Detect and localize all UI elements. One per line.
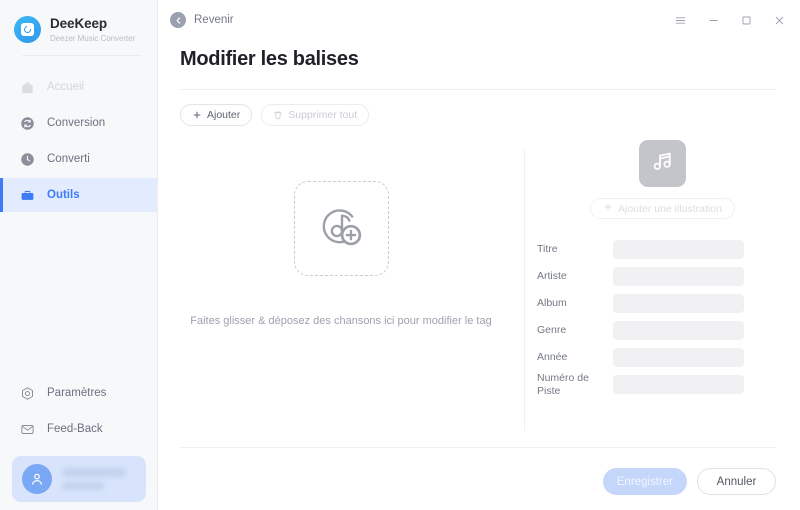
minimize-icon[interactable] xyxy=(706,13,720,27)
cancel-button-label: Annuler xyxy=(716,475,757,488)
toolbar: Ajouter Supprimer tout xyxy=(158,90,800,126)
sidebar-item-label: Converti xyxy=(47,153,90,165)
field-label: Album xyxy=(537,296,567,309)
clock-icon xyxy=(19,151,36,168)
sidebar-item-parametres[interactable]: Paramètres xyxy=(0,376,158,410)
field-label: Numéro de Piste xyxy=(537,372,589,397)
add-artwork-label: Ajouter une illustration xyxy=(618,202,722,215)
dropzone-box[interactable] xyxy=(293,181,389,276)
sidebar-item-outils[interactable]: Outils xyxy=(0,178,157,212)
dropzone[interactable]: Faites glisser & déposez des chansons ic… xyxy=(158,132,524,432)
trash-icon xyxy=(273,110,283,120)
mail-icon xyxy=(19,421,36,438)
sidebar-item-converti[interactable]: Converti xyxy=(0,142,157,176)
sidebar-item-accueil[interactable]: Accueil xyxy=(0,70,157,104)
album-input[interactable] xyxy=(613,294,744,313)
settings-icon xyxy=(19,385,36,402)
toolbox-icon xyxy=(19,187,36,204)
content-area: Faites glisser & déposez des chansons ic… xyxy=(158,132,800,432)
dropzone-hint: Faites glisser & déposez des chansons ic… xyxy=(190,315,492,327)
sidebar-item-label: Conversion xyxy=(47,117,106,129)
field-label: Artiste xyxy=(537,269,567,282)
account-plan xyxy=(62,482,104,490)
plus-icon xyxy=(192,110,202,120)
titlebar: Revenir xyxy=(158,0,800,40)
cancel-button[interactable]: Annuler xyxy=(697,468,776,495)
close-icon[interactable] xyxy=(772,13,786,27)
main-area: Revenir Modifier les balises Ajouter Sup… xyxy=(158,0,800,510)
field-label: Genre xyxy=(537,323,567,336)
account-name xyxy=(62,468,126,477)
sidebar-nav: Accueil Conversion Converti Outils xyxy=(0,70,157,212)
deezer-disc-icon xyxy=(14,16,41,43)
sidebar-item-conversion[interactable]: Conversion xyxy=(0,106,157,140)
save-button[interactable]: Enregistrer xyxy=(602,468,687,495)
sidebar-item-label: Paramètres xyxy=(47,387,107,399)
tag-panel: Ajouter une illustration Titre Artiste A… xyxy=(525,132,800,432)
convert-icon xyxy=(19,115,36,132)
numero-de-piste-input[interactable] xyxy=(613,375,744,394)
add-music-icon xyxy=(312,197,370,260)
plus-icon xyxy=(603,202,613,215)
delete-all-button[interactable]: Supprimer tout xyxy=(261,104,370,126)
menu-icon[interactable] xyxy=(673,13,687,27)
annee-input[interactable] xyxy=(613,348,744,367)
field-row-annee: Année xyxy=(537,348,800,367)
brand-name: DeeKeep xyxy=(50,16,108,32)
save-button-label: Enregistrer xyxy=(616,475,673,488)
titre-input[interactable] xyxy=(613,240,744,259)
window-controls xyxy=(673,13,786,27)
add-button-label: Ajouter xyxy=(207,109,241,121)
home-icon xyxy=(19,79,36,96)
sidebar-item-label: Feed-Back xyxy=(47,423,103,435)
field-label: Année xyxy=(537,350,568,363)
back-button[interactable]: Revenir xyxy=(170,12,234,28)
field-row-album: Album xyxy=(537,294,800,313)
page-title: Modifier les balises xyxy=(180,48,359,70)
field-label: Titre xyxy=(537,242,558,255)
app-window: DeeKeep Deezer Music Converter Accueil C… xyxy=(0,0,800,510)
brand: DeeKeep Deezer Music Converter xyxy=(0,0,157,43)
sidebar: DeeKeep Deezer Music Converter Accueil C… xyxy=(0,0,158,510)
account-card[interactable] xyxy=(12,456,146,502)
sidebar-item-label: Outils xyxy=(47,189,80,201)
account-info xyxy=(62,468,126,490)
sidebar-bottom: Paramètres Feed-Back xyxy=(0,376,158,510)
arrow-left-circle-icon xyxy=(170,12,186,28)
brand-subtitle: Deezer Music Converter xyxy=(50,33,136,43)
back-button-label: Revenir xyxy=(194,14,234,26)
field-row-numero-de-piste: Numéro de Piste xyxy=(537,372,800,397)
field-row-titre: Titre xyxy=(537,240,800,259)
music-note-icon xyxy=(650,149,675,179)
sidebar-item-label: Accueil xyxy=(47,81,85,93)
maximize-icon[interactable] xyxy=(739,13,753,27)
user-icon xyxy=(22,464,52,494)
artiste-input[interactable] xyxy=(613,267,744,286)
delete-all-button-label: Supprimer tout xyxy=(288,109,358,121)
artwork-placeholder[interactable] xyxy=(639,140,686,187)
footer-actions: Enregistrer Annuler xyxy=(602,468,776,495)
add-button[interactable]: Ajouter xyxy=(180,104,253,126)
sidebar-item-feedback[interactable]: Feed-Back xyxy=(0,412,158,446)
genre-input[interactable] xyxy=(613,321,744,340)
field-row-artiste: Artiste xyxy=(537,267,800,286)
field-row-genre: Genre xyxy=(537,321,800,340)
tag-fields: Titre Artiste Album Genre Année Numéro d… xyxy=(525,240,800,397)
footer-divider xyxy=(180,447,776,448)
brand-divider xyxy=(22,55,141,56)
add-artwork-button[interactable]: Ajouter une illustration xyxy=(590,198,735,219)
